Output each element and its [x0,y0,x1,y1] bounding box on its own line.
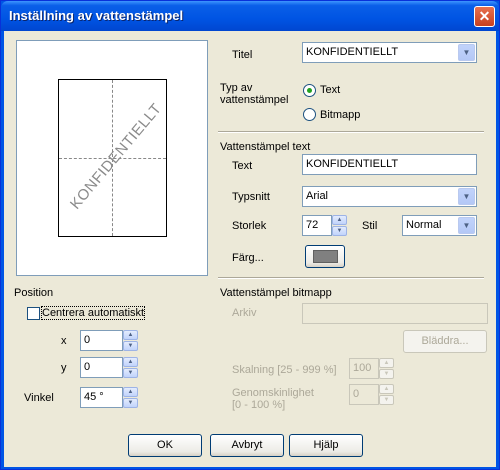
style-dropdown[interactable]: Normal ▼ [402,215,477,236]
close-icon: ✕ [478,8,491,24]
transparency-value: 0 [353,388,360,400]
watermark-text-input[interactable]: KONFIDENTIELLT [302,154,477,175]
spin-up-icon[interactable]: ▲ [379,358,394,368]
color-picker-button[interactable] [305,245,345,268]
y-spinner[interactable]: ▲ ▼ [123,357,138,378]
y-value: 0 [84,361,91,373]
spin-down-icon[interactable]: ▼ [332,226,347,236]
type-label-line1: Typ av [220,82,253,94]
style-label: Stil [362,220,378,232]
dialog-window: Inställning av vattenstämpel ✕ KONFIDENT… [0,0,500,470]
transparency-input[interactable]: 0 [349,384,379,405]
transparency-label-line1: Genomskinlighet [232,387,314,399]
type-bitmap-label[interactable]: Bitmapp [320,109,360,121]
type-bitmap-radio[interactable] [303,108,316,121]
scale-spinner[interactable]: ▲ ▼ [379,358,394,379]
spin-up-icon[interactable]: ▲ [379,384,394,394]
position-heading: Position [14,287,54,299]
font-dropdown[interactable]: Arial ▼ [302,186,477,207]
angle-input[interactable]: 45 ° [80,387,123,408]
angle-label: Vinkel [24,392,54,404]
size-value: 72 [306,219,319,231]
chevron-down-icon[interactable]: ▼ [458,217,475,234]
spin-up-icon[interactable]: ▲ [332,215,347,225]
watermark-preview: KONFIDENTIELLT [16,40,208,276]
style-value: Normal [406,219,442,231]
x-value: 0 [84,334,91,346]
preview-page: KONFIDENTIELLT [58,79,167,237]
font-label: Typsnitt [232,191,270,203]
scale-value: 100 [353,362,372,374]
auto-center-checkbox[interactable] [27,307,40,320]
close-button[interactable]: ✕ [474,6,495,27]
help-button[interactable]: Hjälp [289,434,363,457]
spin-up-icon[interactable]: ▲ [123,330,138,340]
type-label-line2: vattenstämpel [220,94,289,106]
text-section-heading: Vattenstämpel text [220,141,311,153]
text-label: Text [232,160,253,172]
section-divider [218,131,484,133]
angle-spinner[interactable]: ▲ ▼ [123,387,138,408]
dialog-body: KONFIDENTIELLT Titel KONFIDENTIELLT ▼ Ty… [4,31,496,467]
size-label: Storlek [232,220,267,232]
preview-watermark-text: KONFIDENTIELLT [66,100,166,213]
y-input[interactable]: 0 [80,357,123,378]
scale-label: Skalning [25 - 999 %] [232,364,337,376]
bitmap-section-heading: Vattenstämpel bitmapp [220,287,332,299]
type-text-label[interactable]: Text [320,84,340,96]
spin-down-icon[interactable]: ▼ [123,368,138,378]
titel-dropdown[interactable]: KONFIDENTIELLT ▼ [302,42,477,63]
angle-value: 45 ° [84,391,104,403]
file-input[interactable] [302,303,488,324]
spin-down-icon[interactable]: ▼ [379,369,394,379]
watermark-text-value: KONFIDENTIELLT [306,158,399,170]
spin-down-icon[interactable]: ▼ [123,398,138,408]
size-input[interactable]: 72 [302,215,332,236]
browse-button[interactable]: Bläddra... [403,330,487,353]
file-label: Arkiv [232,307,257,319]
x-input[interactable]: 0 [80,330,123,351]
spin-down-icon[interactable]: ▼ [379,395,394,405]
chevron-down-icon[interactable]: ▼ [458,188,475,205]
transparency-spinner[interactable]: ▲ ▼ [379,384,394,405]
spin-up-icon[interactable]: ▲ [123,357,138,367]
window-title: Inställning av vattenstämpel [9,8,184,23]
cancel-button[interactable]: Avbryt [210,434,284,457]
font-value: Arial [306,190,329,202]
color-swatch [313,250,338,263]
x-spinner[interactable]: ▲ ▼ [123,330,138,351]
titel-label: Titel [232,49,253,61]
x-label: x [61,335,67,347]
radio-selected-dot [307,88,312,93]
auto-center-label[interactable]: Centrera automatiskt [40,306,146,320]
spin-up-icon[interactable]: ▲ [123,387,138,397]
ok-button[interactable]: OK [128,434,202,457]
spin-down-icon[interactable]: ▼ [123,341,138,351]
size-spinner[interactable]: ▲ ▼ [332,215,347,236]
type-text-radio[interactable] [303,84,316,97]
title-bar[interactable]: Inställning av vattenstämpel ✕ [1,1,499,31]
section-divider [218,277,484,279]
scale-input[interactable]: 100 [349,358,379,379]
titel-value: KONFIDENTIELLT [306,46,399,58]
chevron-down-icon[interactable]: ▼ [458,44,475,61]
y-label: y [61,362,67,374]
transparency-label-line2: [0 - 100 %] [232,399,286,411]
color-label: Färg... [232,252,264,264]
